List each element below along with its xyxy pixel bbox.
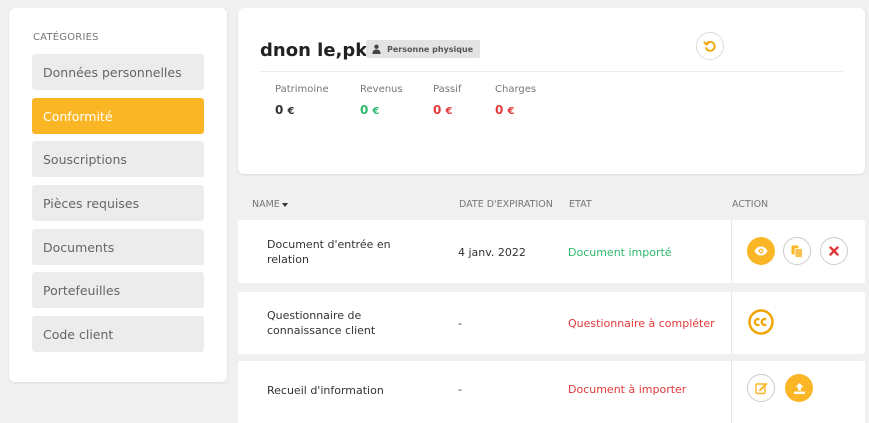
edit-icon (754, 382, 767, 394)
sidebar-item-souscriptions[interactable]: Souscriptions (32, 141, 204, 177)
copy-button[interactable] (783, 237, 811, 265)
sidebar-item-conformite[interactable]: Conformité (32, 98, 204, 134)
sidebar-item-code-client[interactable]: Code client (32, 316, 204, 352)
refresh-icon (703, 40, 716, 52)
copy-icon (791, 245, 803, 258)
refresh-button[interactable] (696, 32, 724, 60)
stat-patrimoine: Patrimoine 0 € (275, 84, 329, 117)
column-header-action: ACTION (732, 199, 769, 210)
view-button[interactable] (747, 237, 775, 265)
cc-icon (748, 309, 774, 335)
action-divider (731, 361, 732, 423)
stat-value: 0 € (495, 103, 515, 117)
document-state: Questionnaire à compléter (568, 317, 715, 330)
document-state: Document importé (568, 246, 672, 259)
client-type-label: Personne physique (387, 44, 474, 54)
stat-value: 0 € (433, 103, 453, 117)
sidebar-heading: CATÉGORIES (33, 32, 99, 43)
action-divider (731, 292, 732, 354)
column-header-expiration: DATE D'EXPIRATION (459, 199, 553, 210)
stat-label: Charges (495, 84, 537, 95)
categories-sidebar: CATÉGORIES Données personnelles Conformi… (9, 8, 227, 382)
client-type-badge: Personne physique (366, 40, 481, 58)
table-header: NAME DATE D'EXPIRATION ETAT ACTION (238, 196, 865, 216)
stat-value: 0 € (275, 103, 295, 117)
upload-button[interactable] (785, 374, 813, 402)
sidebar-item-donnees-personnelles[interactable]: Données personnelles (32, 54, 204, 90)
person-icon (372, 44, 381, 54)
sidebar-item-pieces-requises[interactable]: Pièces requises (32, 185, 204, 221)
document-name: Recueil d'information (267, 384, 384, 397)
action-divider (731, 220, 732, 283)
document-state: Document à importer (568, 383, 687, 396)
stat-passif: Passif 0 € (433, 84, 461, 117)
sidebar-item-documents[interactable]: Documents (32, 229, 204, 265)
stat-charges: Charges 0 € (495, 84, 536, 117)
column-header-name[interactable]: NAME (252, 199, 288, 210)
sort-caret-icon (281, 202, 288, 207)
stat-revenus: Revenus 0 € (360, 84, 403, 117)
document-name: Document d'entrée en relation (267, 238, 391, 266)
table-row: Document d'entrée en relation 4 janv. 20… (238, 220, 865, 283)
stat-label: Passif (433, 84, 462, 95)
table-row: Questionnaire de connaissance client - Q… (238, 292, 865, 354)
expiration-date: 4 janv. 2022 (458, 246, 526, 259)
stat-label: Patrimoine (275, 84, 329, 95)
edit-button[interactable] (747, 374, 775, 402)
cc-button[interactable] (747, 308, 775, 336)
client-summary-card: dnon le,pk Personne physique Patrimoine … (238, 8, 865, 174)
document-name: Questionnaire de connaissance client (267, 309, 376, 337)
header-divider (260, 71, 843, 72)
delete-button[interactable] (820, 237, 848, 265)
client-name: dnon le,pk (260, 40, 368, 61)
table-row: Recueil d'information - Document à impor… (238, 361, 865, 423)
close-icon (829, 246, 839, 256)
eye-icon (754, 246, 768, 256)
expiration-date: - (458, 317, 462, 330)
stat-label: Revenus (360, 84, 403, 95)
expiration-date: - (458, 383, 462, 396)
stat-value: 0 € (360, 103, 380, 117)
column-header-state: ETAT (569, 199, 592, 210)
upload-icon (793, 382, 805, 394)
sidebar-item-portefeuilles[interactable]: Portefeuilles (32, 272, 204, 308)
